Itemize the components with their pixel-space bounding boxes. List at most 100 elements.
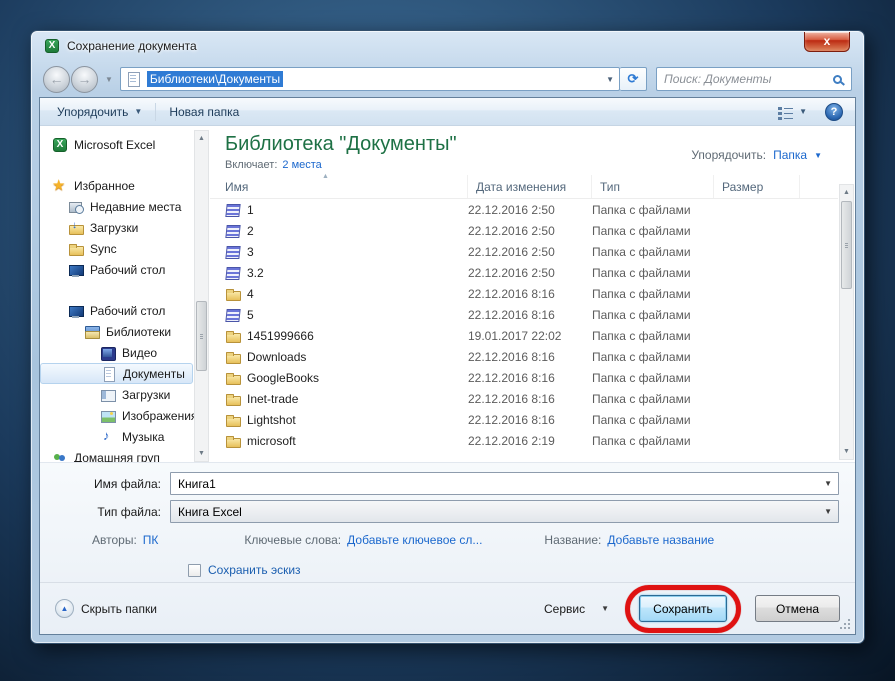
- file-date: 22.12.2016 2:19: [468, 433, 555, 448]
- scroll-up-icon[interactable]: ▲: [840, 185, 853, 200]
- file-type: Папка с файлами: [592, 223, 691, 238]
- hide-folders-button[interactable]: ▲ Скрыть папки: [55, 599, 157, 618]
- list-view-icon: [778, 106, 794, 118]
- folder-icon: [225, 391, 241, 407]
- scrollbar-thumb[interactable]: [841, 201, 852, 289]
- close-button[interactable]: x: [804, 32, 850, 52]
- includes-label: Включает:: [225, 159, 278, 171]
- history-chevron-icon[interactable]: ▼: [105, 75, 113, 84]
- scroll-down-icon[interactable]: ▼: [840, 444, 853, 459]
- column-header-size[interactable]: Размер: [714, 175, 800, 198]
- organize-button[interactable]: Упорядочить ▼: [48, 101, 151, 123]
- sidebar-item[interactable]: Видео: [40, 342, 193, 363]
- excel-icon: [52, 137, 68, 153]
- chevron-down-icon[interactable]: ▼: [824, 507, 832, 516]
- sidebar-item[interactable]: Sync: [40, 238, 193, 259]
- sidebar-item-label: Документы: [123, 366, 185, 381]
- file-name: 2: [247, 223, 254, 238]
- sidebar-item[interactable]: Рабочий стол: [40, 259, 193, 280]
- file-row[interactable]: 5 22.12.2016 8:16 Папка с файлами: [210, 304, 838, 325]
- file-row[interactable]: 1 22.12.2016 2:50 Папка с файлами: [210, 199, 838, 220]
- sidebar-item[interactable]: Документы: [40, 363, 193, 384]
- file-row[interactable]: Inet-trade 22.12.2016 8:16 Папка с файла…: [210, 388, 838, 409]
- file-type: Папка с файлами: [592, 433, 691, 448]
- sidebar-item[interactable]: Библиотеки: [40, 321, 193, 342]
- file-row[interactable]: Downloads 22.12.2016 8:16 Папка с файлам…: [210, 346, 838, 367]
- sidebar-item[interactable]: Избранное: [40, 175, 193, 196]
- window-title: Сохранение документа: [67, 39, 197, 53]
- search-placeholder: Поиск: Документы: [664, 72, 772, 86]
- search-icon[interactable]: [833, 74, 842, 84]
- chevron-down-icon[interactable]: ▼: [824, 479, 832, 488]
- save-button[interactable]: Сохранить: [639, 595, 727, 622]
- file-row[interactable]: 3.2 22.12.2016 2:50 Папка с файлами: [210, 262, 838, 283]
- scrollbar-thumb[interactable]: [196, 301, 207, 371]
- sidebar-item[interactable]: Изображения: [40, 405, 197, 426]
- includes-link[interactable]: 2 места: [282, 159, 321, 171]
- titlebar[interactable]: Сохранение документа: [31, 31, 864, 61]
- file-type: Папка с файлами: [592, 244, 691, 259]
- stack-icon: [225, 223, 241, 239]
- star-icon: [52, 176, 68, 194]
- file-list-scrollbar[interactable]: ▲ ▼: [839, 184, 854, 460]
- scroll-up-icon[interactable]: ▲: [195, 131, 208, 146]
- keywords-value[interactable]: Добавьте ключевое сл...: [347, 533, 482, 547]
- file-row[interactable]: 4 22.12.2016 8:16 Папка с файлами: [210, 283, 838, 304]
- address-text[interactable]: Библиотеки\Документы: [146, 71, 284, 87]
- chevron-down-icon[interactable]: ▼: [814, 151, 822, 160]
- filename-input[interactable]: Книга1 ▼: [170, 472, 839, 495]
- file-row[interactable]: 1451999666 19.01.2017 22:02 Папка с файл…: [210, 325, 838, 346]
- sidebar-item[interactable]: Microsoft Excel: [40, 134, 193, 155]
- video-icon: [100, 345, 116, 361]
- file-row[interactable]: Lightshot 22.12.2016 8:16 Папка с файлам…: [210, 409, 838, 430]
- sort-ascending-icon: ▲: [322, 173, 329, 180]
- file-name: 1451999666: [247, 328, 314, 343]
- sidebar-item[interactable]: Домашняя груп: [40, 447, 193, 462]
- title-value[interactable]: Добавьте название: [607, 533, 714, 547]
- navigation-bar: ← → ▼ Библиотеки\Документы ▼ ⟳ Поиск: До…: [31, 61, 864, 97]
- address-dropdown-icon[interactable]: ▼: [606, 75, 614, 84]
- arrange-by-link[interactable]: Папка: [773, 148, 807, 162]
- sidebar-item[interactable]: Загрузки: [40, 217, 193, 238]
- back-button[interactable]: ←: [43, 65, 70, 93]
- search-input[interactable]: Поиск: Документы: [656, 67, 852, 91]
- file-row[interactable]: GoogleBooks 22.12.2016 8:16 Папка с файл…: [210, 367, 838, 388]
- forward-button[interactable]: →: [71, 65, 98, 93]
- help-button[interactable]: ?: [825, 102, 843, 121]
- sidebar-item[interactable]: Загрузки: [40, 384, 193, 405]
- tools-menu-button[interactable]: Сервис: [544, 602, 585, 616]
- views-button[interactable]: ▼: [769, 102, 816, 122]
- filetype-select[interactable]: Книга Excel ▼: [170, 500, 839, 523]
- refresh-button[interactable]: ⟳: [620, 67, 647, 91]
- column-header-type[interactable]: Тип: [592, 175, 714, 198]
- cancel-button[interactable]: Отмена: [755, 595, 840, 622]
- column-header-date[interactable]: Дата изменения: [468, 175, 592, 198]
- file-name: GoogleBooks: [247, 370, 320, 385]
- sidebar-scrollbar[interactable]: ▲ ▼: [194, 130, 209, 462]
- column-header-name[interactable]: Имя ▲: [210, 173, 468, 198]
- scroll-down-icon[interactable]: ▼: [195, 446, 208, 461]
- sidebar-item[interactable]: Рабочий стол: [40, 300, 193, 321]
- address-bar[interactable]: Библиотеки\Документы ▼: [119, 67, 620, 91]
- file-date: 22.12.2016 8:16: [468, 412, 555, 427]
- file-type: Папка с файлами: [592, 391, 691, 406]
- sidebar-item[interactable]: Музыка: [40, 426, 193, 447]
- authors-value[interactable]: ПК: [143, 533, 159, 547]
- file-name: 1: [247, 202, 254, 217]
- file-date: 22.12.2016 8:16: [468, 286, 555, 301]
- sidebar-item-label: Рабочий стол: [90, 262, 166, 277]
- new-folder-button[interactable]: Новая папка: [160, 101, 248, 123]
- column-headers: Имя ▲ Дата изменения Тип Размер: [210, 173, 838, 199]
- file-row[interactable]: 3 22.12.2016 2:50 Папка с файлами: [210, 241, 838, 262]
- file-list: 1 22.12.2016 2:50 Папка с файлами 2 22.1…: [210, 199, 838, 462]
- file-list-pane: Библиотека "Документы" Включает: 2 места…: [210, 126, 855, 462]
- file-row[interactable]: 2 22.12.2016 2:50 Папка с файлами: [210, 220, 838, 241]
- file-type: Папка с файлами: [592, 328, 691, 343]
- resize-grip[interactable]: [839, 618, 850, 629]
- file-date: 22.12.2016 8:16: [468, 307, 555, 322]
- sidebar-item[interactable]: Недавние места: [40, 196, 193, 217]
- file-row[interactable]: microsoft 22.12.2016 2:19 Папка с файлам…: [210, 430, 838, 451]
- file-name: 5: [247, 307, 254, 322]
- chevron-down-icon[interactable]: ▼: [601, 604, 609, 613]
- save-thumbnail-checkbox[interactable]: [188, 563, 201, 577]
